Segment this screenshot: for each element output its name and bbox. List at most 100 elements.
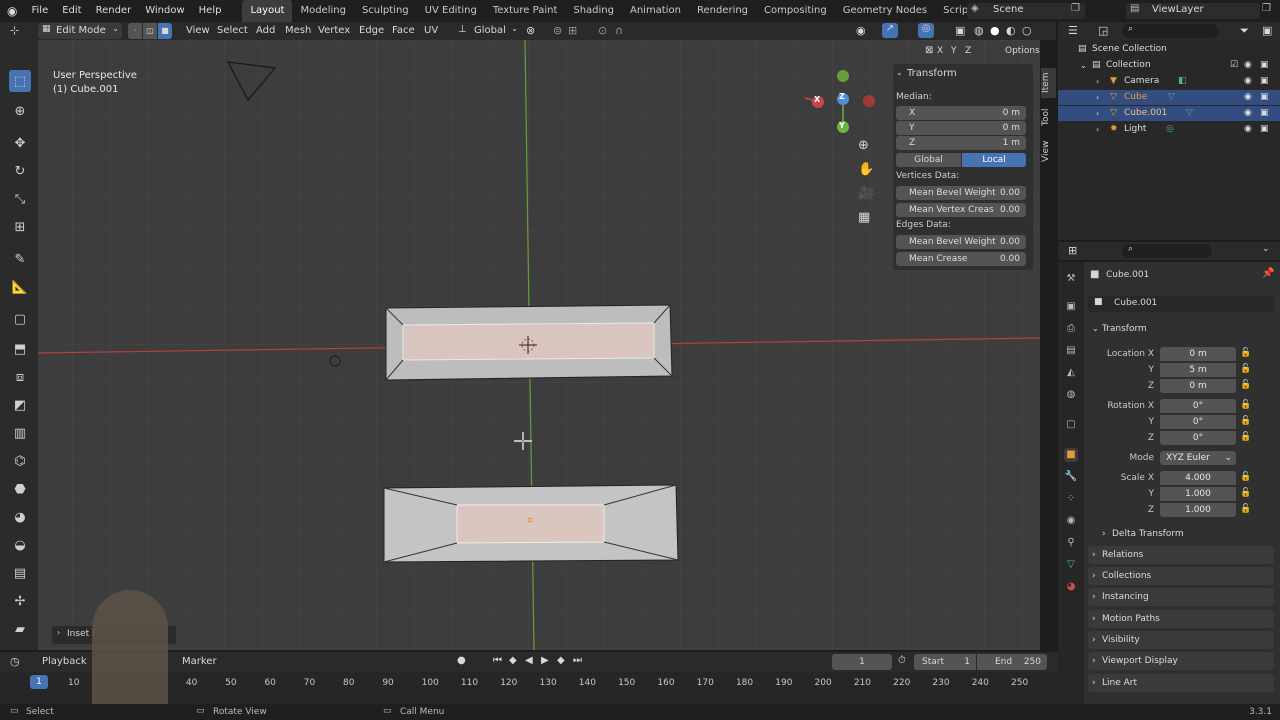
- shear-tool-icon[interactable]: ▰: [9, 618, 31, 640]
- median-y-field[interactable]: Y 0 m: [896, 121, 1026, 135]
- camera-view-icon[interactable]: 🎥: [858, 186, 874, 201]
- collection-tab-icon[interactable]: ▢: [1064, 418, 1078, 432]
- loop-cut-tool-icon[interactable]: ▥: [9, 422, 31, 444]
- menu-edge[interactable]: Edge: [359, 25, 384, 36]
- object-tab-icon[interactable]: ■: [1064, 448, 1078, 462]
- snap-icon[interactable]: ⊜: [553, 24, 562, 37]
- remove-viewlayer-icon[interactable]: ❐: [1262, 3, 1271, 14]
- copy-icon[interactable]: ❐: [1071, 3, 1080, 14]
- tab-compositing[interactable]: Compositing: [756, 0, 835, 22]
- tab-rendering[interactable]: Rendering: [689, 0, 756, 22]
- mean-bevel-weight-field[interactable]: Mean Bevel Weight 0.00: [896, 186, 1026, 200]
- tab-layout[interactable]: Layout: [242, 0, 293, 22]
- median-z-field[interactable]: Z 1 m: [896, 136, 1026, 150]
- knife-tool-icon[interactable]: ⌬: [9, 450, 31, 472]
- prev-keyframe-icon[interactable]: ◆: [509, 655, 517, 666]
- timeline-ruler[interactable]: 1 10 40 50 60 70 80 90 100 110 120 130 140 150 160 170…: [0, 590, 1058, 704]
- scene-tab-icon[interactable]: ◭: [1064, 366, 1078, 380]
- mean-vertex-crease-field[interactable]: Mean Vertex Creas 0.00: [896, 203, 1026, 217]
- editor-type-icon[interactable]: ◷: [10, 655, 20, 668]
- gizmo-y-label[interactable]: Y: [839, 121, 845, 130]
- object-name-field[interactable]: ■ Cube.001: [1088, 296, 1274, 312]
- view-layer-tab-icon[interactable]: ▤: [1064, 344, 1078, 358]
- scene-selector[interactable]: ◈ Scene ❐: [967, 3, 1085, 19]
- transform-tool-icon[interactable]: ⊞: [9, 216, 31, 238]
- camera-render-icon[interactable]: ▣: [1260, 90, 1269, 105]
- solid-shading-icon[interactable]: ●: [990, 24, 1000, 37]
- proportional-edit-icon[interactable]: ⊙: [598, 24, 607, 37]
- visibility-panel[interactable]: › Visibility: [1088, 631, 1274, 649]
- playback-menu[interactable]: Playback: [42, 656, 87, 667]
- scale-x-field[interactable]: 4.000: [1160, 471, 1236, 485]
- camera-render-icon[interactable]: ▣: [1260, 74, 1269, 89]
- transform-panel-header[interactable]: ⌄ Transform: [1088, 320, 1274, 338]
- lock-icon[interactable]: 🔓: [1240, 488, 1251, 498]
- edge-slide-tool-icon[interactable]: ▤: [9, 562, 31, 584]
- edge-bevel-weight-field[interactable]: Mean Bevel Weight 0.00: [896, 235, 1026, 249]
- outliner-item-light[interactable]: › ✸ Light ◎ ◉ ▣: [1058, 122, 1280, 137]
- tab-animation[interactable]: Animation: [622, 0, 689, 22]
- pivot-icon[interactable]: ⊗: [526, 24, 535, 37]
- eye-icon[interactable]: ◉: [1244, 106, 1252, 121]
- line-art-panel[interactable]: › Line Art: [1088, 674, 1274, 692]
- orientation-selector[interactable]: ⊥ Global ⌄: [456, 23, 518, 39]
- modifier-tab-icon[interactable]: 🔧: [1064, 470, 1078, 484]
- delta-transform-panel[interactable]: › Delta Transform: [1098, 525, 1274, 543]
- ortho-toggle-icon[interactable]: ▦: [858, 210, 870, 225]
- tool-tab-icon[interactable]: ⚒: [1064, 272, 1078, 286]
- zoom-icon[interactable]: ⊕: [858, 138, 869, 153]
- add-cube-tool-icon[interactable]: ▢: [9, 308, 31, 330]
- bevel-tool-icon[interactable]: ◩: [9, 394, 31, 416]
- tab-tool[interactable]: Tool: [1041, 104, 1056, 130]
- menu-view[interactable]: View: [186, 25, 210, 36]
- collections-panel[interactable]: › Collections: [1088, 567, 1274, 585]
- properties-search-input[interactable]: ⌕: [1122, 244, 1212, 258]
- play-reverse-icon[interactable]: ◀: [525, 655, 533, 666]
- material-tab-icon[interactable]: ◕: [1064, 580, 1078, 594]
- eye-icon[interactable]: ◉: [1244, 122, 1252, 137]
- wireframe-shading-icon[interactable]: ◍: [974, 24, 984, 37]
- menu-add[interactable]: Add: [256, 25, 275, 36]
- relations-panel[interactable]: › Relations: [1088, 546, 1274, 564]
- outliner-collection[interactable]: ⌄ ▤ Collection ☑ ◉ ▣: [1058, 58, 1280, 73]
- motion-paths-panel[interactable]: › Motion Paths: [1088, 610, 1274, 628]
- lock-icon[interactable]: 🔓: [1240, 400, 1251, 410]
- tab-texture-paint[interactable]: Texture Paint: [485, 0, 566, 22]
- spin-tool-icon[interactable]: ◕: [9, 506, 31, 528]
- menu-render[interactable]: Render: [89, 0, 139, 22]
- outliner-item-camera[interactable]: › ▼ Camera ◧ ◉ ▣: [1058, 74, 1280, 89]
- smooth-tool-icon[interactable]: ◒: [9, 534, 31, 556]
- outliner-item-cube[interactable]: › ▽ Cube ▽ ◉ ▣: [1058, 90, 1280, 105]
- location-y-field[interactable]: 5 m: [1160, 363, 1236, 377]
- falloff-icon[interactable]: ∩: [615, 24, 623, 37]
- local-toggle[interactable]: Local: [962, 153, 1026, 167]
- menu-select[interactable]: Select: [217, 25, 248, 36]
- options-dropdown[interactable]: Options: [1005, 46, 1040, 56]
- xray-icon[interactable]: ▣: [955, 24, 965, 37]
- edge-select-icon[interactable]: ◫: [143, 23, 157, 39]
- gizmo-z-label[interactable]: Z: [839, 92, 845, 101]
- stopwatch-icon[interactable]: ⏱: [898, 655, 906, 666]
- menu-vertex[interactable]: Vertex: [318, 25, 350, 36]
- location-x-field[interactable]: 0 m: [1160, 347, 1236, 361]
- inset-tool-icon[interactable]: ⧈: [9, 366, 31, 388]
- 3d-viewport[interactable]: X Z Y User Perspective (1) Cube.001 ⊕ ✋ …: [38, 40, 1040, 650]
- instancing-panel[interactable]: › Instancing: [1088, 588, 1274, 606]
- tab-uv-editing[interactable]: UV Editing: [417, 0, 485, 22]
- output-tab-icon[interactable]: ⎙: [1064, 322, 1078, 336]
- current-frame-field[interactable]: 1: [832, 654, 892, 670]
- snap-target-icon[interactable]: ⊞: [568, 24, 577, 37]
- lock-icon[interactable]: 🔓: [1240, 472, 1251, 482]
- chevron-down-icon[interactable]: ⌄: [896, 68, 903, 77]
- viewport-display-panel[interactable]: › Viewport Display: [1088, 652, 1274, 670]
- data-tab-icon[interactable]: ▽: [1064, 558, 1078, 572]
- editor-type-icon[interactable]: ☰: [1068, 24, 1078, 37]
- global-toggle[interactable]: Global: [896, 153, 961, 167]
- menu-mesh[interactable]: Mesh: [285, 25, 311, 36]
- camera-render-icon[interactable]: ▣: [1260, 58, 1269, 73]
- select-box-tool-icon[interactable]: ⬚: [9, 70, 31, 92]
- play-icon[interactable]: ▶: [541, 655, 549, 666]
- move-tool-icon[interactable]: ✥: [9, 132, 31, 154]
- blender-logo-icon[interactable]: ◉: [0, 0, 24, 22]
- lock-icon[interactable]: 🔓: [1240, 504, 1251, 514]
